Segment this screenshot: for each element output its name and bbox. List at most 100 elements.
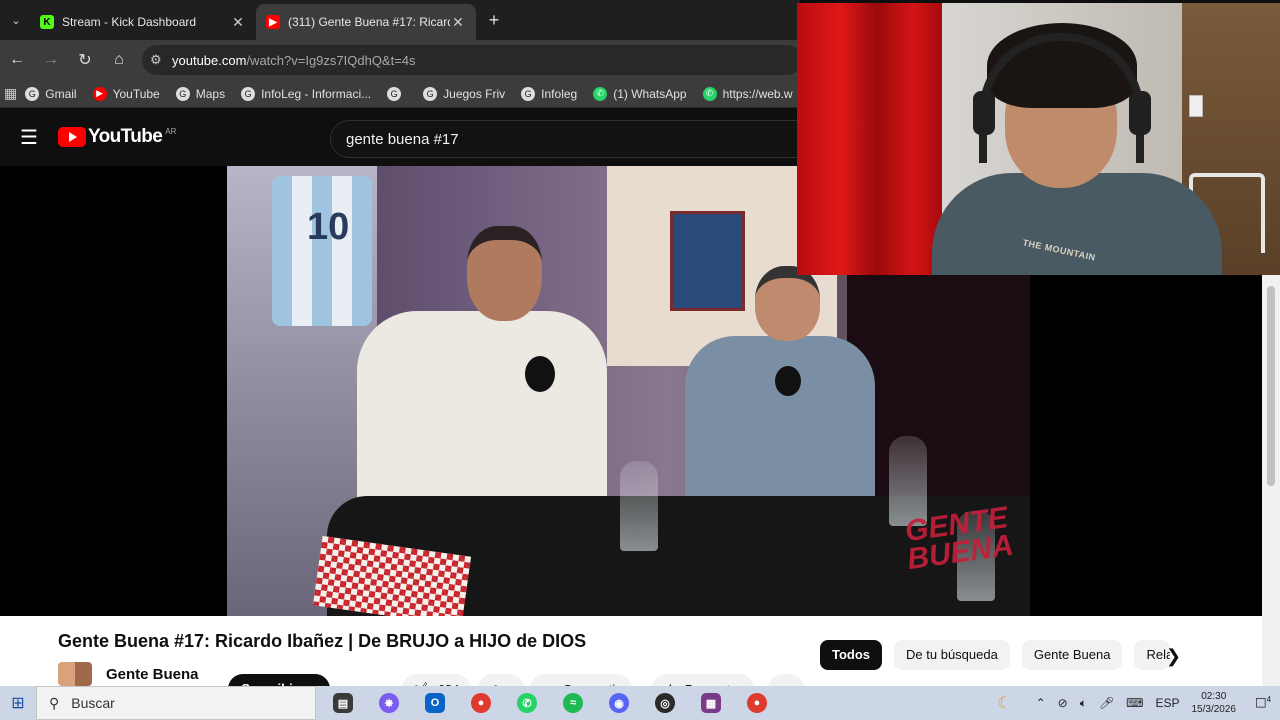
clock-time: 02:30 [1201, 691, 1227, 702]
video-title: Gente Buena #17: Ricardo Ibañez | De BRU… [58, 631, 587, 651]
search-input[interactable]: gente buena #17 [330, 120, 800, 158]
bookmark-youtube[interactable]: ▶ YouTube [92, 86, 160, 101]
chip-gente-buena[interactable]: Gente Buena [1021, 640, 1123, 670]
bookmark-label: Infoleg [541, 86, 578, 101]
channel-info[interactable]: Gente Buena [58, 662, 199, 686]
chevron-up-icon[interactable]: ⌃ [1036, 696, 1046, 710]
home-icon[interactable]: ⌂ [102, 51, 136, 69]
bookmark-label: InfoLeg - Informaci... [261, 86, 372, 101]
jersey-number: 10 [307, 206, 350, 248]
youtube-masthead: ☰ YouTube AR gente buena #17 [0, 108, 800, 166]
bookmark-infoleg[interactable]: G Infoleg [521, 86, 578, 101]
google-icon: G [423, 86, 438, 101]
outlook-icon[interactable]: O [412, 686, 458, 720]
menu-icon[interactable]: ☰ [0, 125, 58, 150]
copilot-icon[interactable]: ✸ [366, 686, 412, 720]
tab-search-icon[interactable]: ⌄ [2, 6, 30, 34]
chip-from-search[interactable]: De tu búsqueda [894, 640, 1010, 670]
windows-start-icon[interactable]: ⊞ [0, 693, 36, 713]
country-code: AR [165, 126, 177, 136]
task-view-icon[interactable]: ▤ [320, 686, 366, 720]
headset-earcup-right [1129, 91, 1151, 135]
taskbar-search-input[interactable]: ⚲ Buscar [36, 686, 316, 720]
whatsapp-icon: ✆ [702, 86, 717, 101]
tab-youtube-video[interactable]: ▶ (311) Gente Buena #17: Ricardo ✕ [256, 4, 476, 40]
microphone-right [775, 366, 801, 396]
obs-glyph: ◎ [655, 693, 675, 713]
whatsapp-icon: ✆ [593, 86, 608, 101]
spotify-icon[interactable]: ≈ [550, 686, 596, 720]
whatsapp-glyph: ✆ [517, 693, 537, 713]
forward-icon[interactable]: → [34, 51, 68, 69]
night-light-icon[interactable]: ☾ [997, 693, 1011, 713]
channel-avatar[interactable] [58, 662, 92, 686]
tab-title: Stream - Kick Dashboard [62, 15, 197, 29]
youtube-play-icon [58, 127, 86, 147]
google-icon: G [241, 86, 256, 101]
keyboard-icon[interactable]: ⌨ [1126, 696, 1143, 710]
bookmark-label: Gmail [45, 86, 77, 101]
bookmark-label: (1) WhatsApp [613, 86, 687, 101]
winrar-icon[interactable]: ▦ [688, 686, 734, 720]
address-bar[interactable]: ⚙ youtube.com/watch?v=Ig9zs7IQdhQ&t=4s [142, 45, 802, 75]
water-glass [620, 461, 658, 551]
discord-glyph: ◉ [609, 693, 629, 713]
bookmark-untitled[interactable]: G [387, 86, 407, 101]
windows-taskbar: ⊞ ⚲ Buscar ▤ ✸ O ● ✆ ≈ ◉ ◎ ▦ ● ☾ ⌃ ⊘ 🔈︎ … [0, 686, 1280, 720]
webcam-overlay: THE MOUNTAIN [797, 3, 1280, 275]
clock[interactable]: 02:30 15/3/2026 [1192, 690, 1237, 716]
google-icon: G [387, 86, 402, 101]
back-icon[interactable]: ← [0, 51, 34, 69]
microphone-icon[interactable]: 🎤︎ [1099, 696, 1114, 710]
copilot-glyph: ✸ [379, 693, 399, 713]
url-path: /watch?v=Ig9zs7IQdhQ&t=4s [246, 52, 416, 68]
url-host: youtube.com [172, 52, 247, 68]
discord-icon[interactable]: ◉ [596, 686, 642, 720]
bookmark-juegos-friv[interactable]: G Juegos Friv [423, 86, 506, 101]
browser-tab-bar: ⌄ K Stream - Kick Dashboard ✕ ▶ (311) Ge… [0, 0, 800, 40]
chrome-icon[interactable]: ● [458, 686, 504, 720]
obs-icon[interactable]: ◎ [642, 686, 688, 720]
youtube-logo[interactable]: YouTube AR [58, 126, 176, 148]
tab-close-icon[interactable]: ✕ [450, 14, 466, 31]
bookmarks-bar: ▦ G Gmail ▶ YouTube G Maps G InfoLeg - Infor… [0, 80, 800, 108]
chrome-glyph: ● [471, 693, 491, 713]
input-language[interactable]: ESP [1155, 696, 1179, 710]
bookmark-gmail[interactable]: G Gmail [25, 86, 77, 101]
apps-grid-icon[interactable]: ▦ [4, 85, 17, 102]
site-settings-icon[interactable]: ⚙ [150, 52, 172, 68]
network-off-icon[interactable]: ⊘ [1058, 696, 1068, 710]
youtube-icon: ▶ [266, 15, 280, 29]
bookmark-whatsapp[interactable]: ✆ (1) WhatsApp [593, 86, 687, 101]
notification-icon: ☐ [1254, 695, 1267, 711]
host-right-head [755, 266, 820, 341]
whatsapp-icon[interactable]: ✆ [504, 686, 550, 720]
bookmark-web-whatsapp[interactable]: ✆ https://web.w [702, 86, 793, 101]
clock-date: 15/3/2026 [1191, 704, 1237, 715]
bookmark-maps[interactable]: G Maps [175, 86, 226, 101]
system-tray: ☾ ⌃ ⊘ 🔈︎ 🎤︎ ⌨ ESP 02:30 15/3/2026 ☐4 [991, 686, 1280, 720]
url-text: youtube.com/watch?v=Ig9zs7IQdhQ&t=4s [172, 53, 416, 68]
channel-name[interactable]: Gente Buena [106, 666, 199, 683]
search-icon: ⚲ [49, 694, 60, 711]
chip-all[interactable]: Todos [820, 640, 883, 670]
headset-earcup-left [973, 91, 995, 135]
volume-icon[interactable]: 🔈︎ [1080, 696, 1087, 711]
related-filter-chips: Todos De tu búsqueda Gente Buena Relacio… [820, 640, 1182, 670]
google-icon: G [521, 86, 536, 101]
new-tab-button[interactable]: + [480, 10, 508, 31]
host-left-head [467, 226, 542, 321]
tab-close-icon[interactable]: ✕ [230, 14, 246, 31]
chevron-right-icon[interactable]: ❯ [1166, 646, 1181, 667]
outlook-glyph: O [425, 693, 445, 713]
notifications-button[interactable]: ☐4 [1246, 695, 1280, 711]
chrome-profile-icon[interactable]: ● [734, 686, 780, 720]
bookmark-label: Juegos Friv [443, 86, 506, 101]
notification-count: 4 [1266, 694, 1272, 704]
google-icon: G [175, 86, 190, 101]
bookmark-label: Maps [195, 86, 226, 101]
bookmark-infoleg-informacion[interactable]: G InfoLeg - Informaci... [241, 86, 372, 101]
reload-icon[interactable]: ↻ [68, 50, 102, 70]
spotify-glyph: ≈ [563, 693, 583, 713]
tab-kick-dashboard[interactable]: K Stream - Kick Dashboard ✕ [30, 4, 256, 40]
